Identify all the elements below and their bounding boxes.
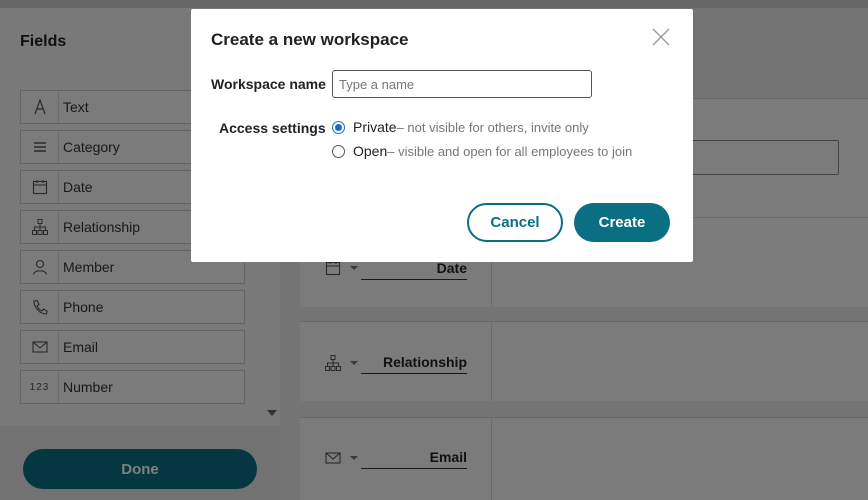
access-option-open[interactable]: Open – visible and open for all employee… [332,143,632,159]
open-option-description: – visible and open for all employees to … [387,143,633,159]
create-workspace-dialog: Create a new workspace Workspace name Ac… [191,9,693,262]
dialog-title: Create a new workspace [211,30,409,49]
close-icon [652,28,670,46]
private-option-label: Private [353,119,397,135]
workspace-name-input[interactable] [332,70,592,98]
cancel-button[interactable]: Cancel [467,203,563,242]
open-option-label: Open [353,143,388,159]
workspace-name-label: Workspace name [211,76,326,92]
access-option-private[interactable]: Private – not visible for others, invite… [332,119,589,135]
private-radio[interactable] [332,120,345,134]
private-option-description: – not visible for others, invite only [396,119,589,135]
open-radio[interactable] [332,144,345,158]
create-button[interactable]: Create [574,203,670,242]
access-settings-label: Access settings [219,120,326,136]
close-button[interactable] [650,26,672,48]
